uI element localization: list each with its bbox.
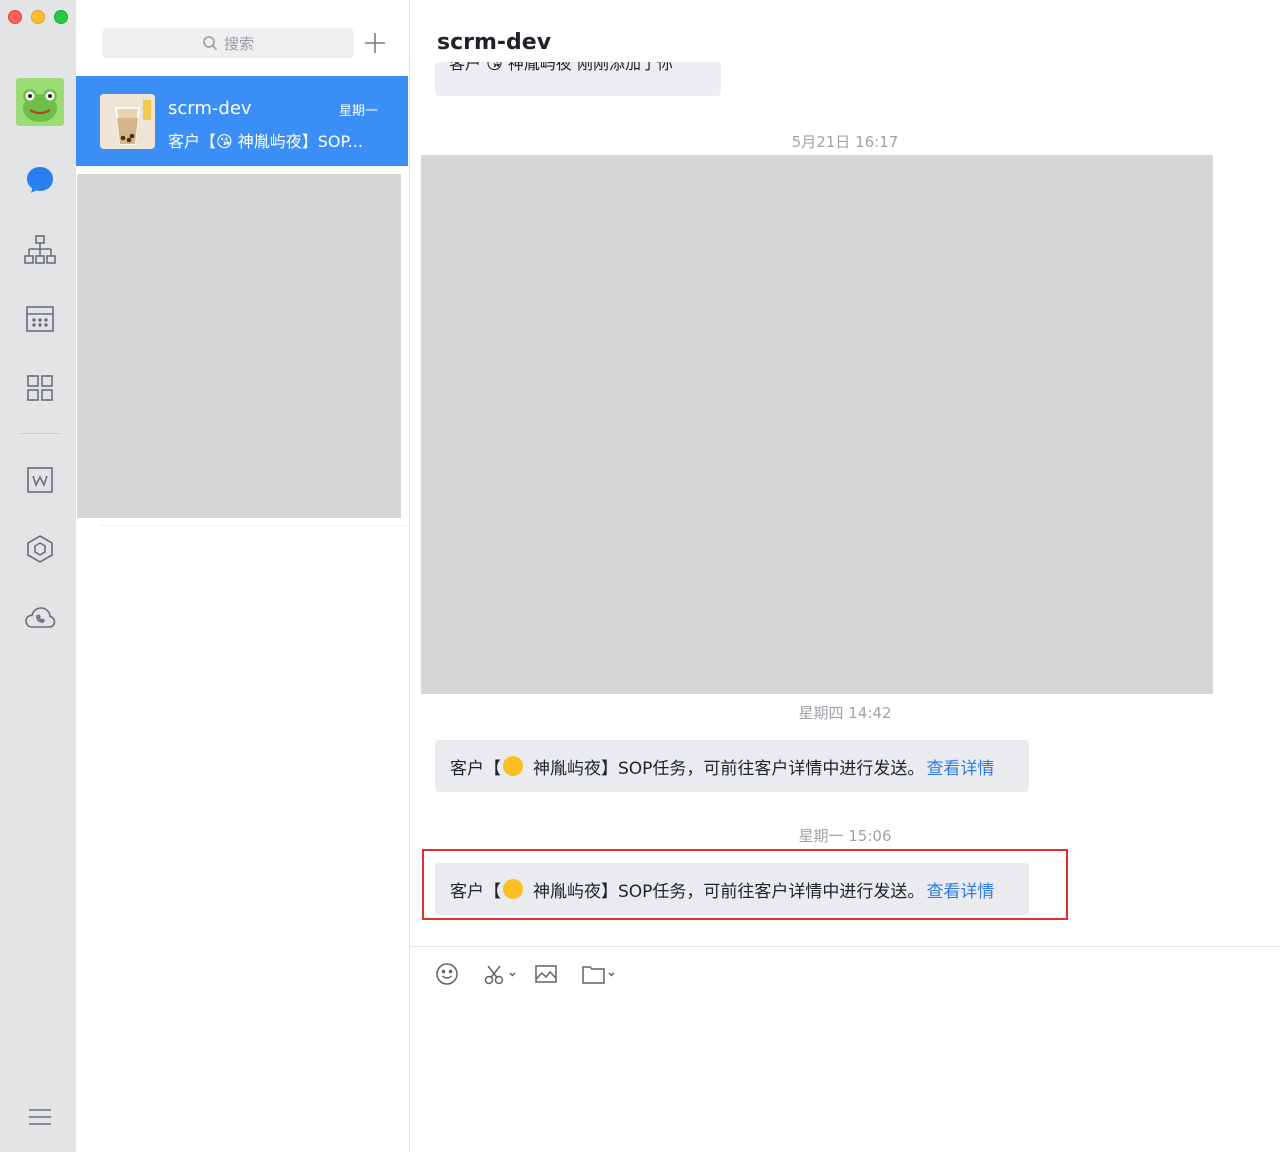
nav-rail xyxy=(0,0,77,1152)
conversation-avatar xyxy=(100,94,155,149)
image-message[interactable] xyxy=(421,155,1213,694)
plus-icon xyxy=(365,33,385,53)
search-icon xyxy=(203,36,218,51)
timestamp: 5月21日 16:17 xyxy=(791,133,899,151)
timestamp: 星期一 15:06 xyxy=(798,827,892,845)
chat-title: scrm-dev xyxy=(437,30,552,55)
window-maximize-button[interactable] xyxy=(54,10,68,24)
window-minimize-button[interactable] xyxy=(31,10,45,24)
image-icon xyxy=(535,965,557,983)
emoji-button[interactable] xyxy=(435,960,459,988)
cloud-phone-icon[interactable] xyxy=(20,598,60,638)
timestamp: 星期四 14:42 xyxy=(798,704,892,722)
message-bubble: 客户【 神胤屿夜】SOP任务，可前往客户详情中进行发送。 查看详情 xyxy=(435,740,1029,792)
add-button[interactable] xyxy=(362,30,388,56)
message-prefix: 客户【 xyxy=(450,758,501,779)
rail-divider xyxy=(20,433,60,434)
screenshot-button[interactable] xyxy=(483,960,519,988)
screenshot-scissors-icon xyxy=(484,965,516,985)
message-text: 神胤屿夜】SOP任务，可前往客户详情中进行发送。 xyxy=(533,758,925,779)
document-icon[interactable] xyxy=(20,460,60,500)
image-button[interactable] xyxy=(534,960,558,988)
conversation-name: scrm-dev xyxy=(168,98,252,119)
messages-icon[interactable] xyxy=(20,160,60,200)
partial-message: 客户 😘 神胤屿夜 刚刚添加了你 xyxy=(435,62,721,96)
contacts-org-icon[interactable] xyxy=(20,230,60,270)
window-close-button[interactable] xyxy=(8,10,22,24)
search-placeholder: 搜索 xyxy=(223,34,254,53)
view-details-link[interactable]: 查看详情 xyxy=(926,754,994,779)
app-window: 搜索 scrm-dev 星期一 客户【😘 神胤屿夜】SOP... scrm-de… xyxy=(0,0,1280,1152)
partial-message-text: 客户 😘 神胤屿夜 刚刚添加了你 xyxy=(449,62,673,73)
composer-divider xyxy=(410,946,1280,947)
emoji-icon xyxy=(436,963,458,985)
conversation-time: 星期一 xyxy=(338,104,378,119)
workbench-grid-icon[interactable] xyxy=(20,368,60,408)
cube-app-icon[interactable] xyxy=(20,529,60,569)
kiss-emoji-icon xyxy=(503,756,523,776)
calendar-icon[interactable] xyxy=(20,299,60,339)
search-input[interactable]: 搜索 xyxy=(102,28,354,58)
conversation-item-scrm-dev[interactable]: scrm-dev 星期一 客户【😘 神胤屿夜】SOP... xyxy=(76,76,408,166)
redacted-conversations xyxy=(77,174,401,518)
file-button[interactable] xyxy=(581,960,619,988)
highlight-box xyxy=(422,849,1068,920)
chat-panel: scrm-dev 客户 😘 神胤屿夜 刚刚添加了你 5月21日 16:17 星期… xyxy=(410,0,1280,1152)
user-avatar[interactable] xyxy=(16,78,64,126)
conversation-list: 搜索 scrm-dev 星期一 客户【😘 神胤屿夜】SOP... xyxy=(76,0,410,1152)
folder-icon xyxy=(582,966,615,984)
list-divider xyxy=(100,525,409,526)
conversation-preview: 客户【😘 神胤屿夜】SOP... xyxy=(168,132,363,151)
menu-icon[interactable] xyxy=(20,1097,60,1137)
